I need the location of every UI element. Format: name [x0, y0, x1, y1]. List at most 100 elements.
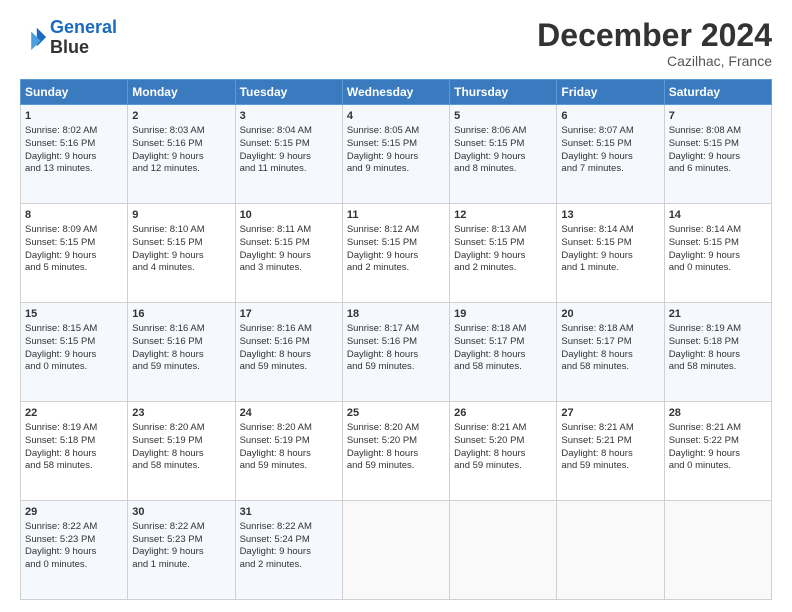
week-row-2: 8Sunrise: 8:09 AMSunset: 5:15 PMDaylight…	[21, 204, 772, 303]
day-info: Daylight: 8 hours	[347, 448, 418, 459]
calendar-cell: 24Sunrise: 8:20 AMSunset: 5:19 PMDayligh…	[235, 402, 342, 501]
day-info: and 13 minutes.	[25, 163, 93, 174]
calendar-cell: 23Sunrise: 8:20 AMSunset: 5:19 PMDayligh…	[128, 402, 235, 501]
day-info: Sunset: 5:15 PM	[561, 138, 631, 149]
day-info: Daylight: 9 hours	[669, 151, 740, 162]
day-number: 2	[132, 109, 230, 124]
week-row-3: 15Sunrise: 8:15 AMSunset: 5:15 PMDayligh…	[21, 303, 772, 402]
day-info: and 59 minutes.	[240, 361, 308, 372]
day-info: Sunset: 5:17 PM	[561, 336, 631, 347]
day-info: Daylight: 9 hours	[25, 151, 96, 162]
day-number: 9	[132, 208, 230, 223]
calendar-cell: 1Sunrise: 8:02 AMSunset: 5:16 PMDaylight…	[21, 105, 128, 204]
day-info: Sunset: 5:24 PM	[240, 534, 310, 545]
day-info: and 1 minute.	[561, 262, 619, 273]
day-number: 11	[347, 208, 445, 223]
day-info: Sunrise: 8:20 AM	[240, 422, 312, 433]
day-number: 17	[240, 307, 338, 322]
month-title: December 2024	[537, 18, 772, 53]
calendar-cell	[450, 501, 557, 600]
day-info: and 0 minutes.	[25, 559, 87, 570]
day-info: Sunset: 5:15 PM	[347, 237, 417, 248]
header-day-sunday: Sunday	[21, 80, 128, 105]
day-info: Daylight: 9 hours	[561, 250, 632, 261]
day-number: 13	[561, 208, 659, 223]
day-info: Sunset: 5:15 PM	[669, 237, 739, 248]
day-number: 5	[454, 109, 552, 124]
week-row-4: 22Sunrise: 8:19 AMSunset: 5:18 PMDayligh…	[21, 402, 772, 501]
day-info: Sunrise: 8:14 AM	[669, 224, 741, 235]
day-number: 28	[669, 406, 767, 421]
day-info: Sunset: 5:16 PM	[240, 336, 310, 347]
day-info: Daylight: 9 hours	[454, 151, 525, 162]
day-info: Daylight: 9 hours	[240, 151, 311, 162]
week-row-5: 29Sunrise: 8:22 AMSunset: 5:23 PMDayligh…	[21, 501, 772, 600]
day-info: and 2 minutes.	[347, 262, 409, 273]
calendar-cell: 4Sunrise: 8:05 AMSunset: 5:15 PMDaylight…	[342, 105, 449, 204]
day-info: Sunrise: 8:04 AM	[240, 125, 312, 136]
day-info: Sunrise: 8:22 AM	[240, 521, 312, 532]
day-info: and 0 minutes.	[669, 460, 731, 471]
calendar-header: SundayMondayTuesdayWednesdayThursdayFrid…	[21, 80, 772, 105]
calendar-cell: 14Sunrise: 8:14 AMSunset: 5:15 PMDayligh…	[664, 204, 771, 303]
day-info: Daylight: 9 hours	[454, 250, 525, 261]
calendar-cell: 30Sunrise: 8:22 AMSunset: 5:23 PMDayligh…	[128, 501, 235, 600]
day-info: Daylight: 8 hours	[132, 349, 203, 360]
day-info: Sunrise: 8:17 AM	[347, 323, 419, 334]
day-info: and 58 minutes.	[132, 460, 200, 471]
day-info: and 58 minutes.	[25, 460, 93, 471]
day-info: Sunrise: 8:22 AM	[25, 521, 97, 532]
day-info: Daylight: 8 hours	[347, 349, 418, 360]
day-info: Sunset: 5:19 PM	[132, 435, 202, 446]
calendar-cell: 16Sunrise: 8:16 AMSunset: 5:16 PMDayligh…	[128, 303, 235, 402]
day-info: and 6 minutes.	[669, 163, 731, 174]
day-info: Sunset: 5:20 PM	[347, 435, 417, 446]
day-info: Daylight: 8 hours	[561, 349, 632, 360]
calendar-cell: 2Sunrise: 8:03 AMSunset: 5:16 PMDaylight…	[128, 105, 235, 204]
logo-text: GeneralBlue	[50, 18, 117, 58]
day-info: Sunset: 5:15 PM	[347, 138, 417, 149]
day-info: Daylight: 9 hours	[347, 151, 418, 162]
day-info: and 5 minutes.	[25, 262, 87, 273]
day-info: Sunrise: 8:21 AM	[561, 422, 633, 433]
header-day-friday: Friday	[557, 80, 664, 105]
day-number: 26	[454, 406, 552, 421]
week-row-1: 1Sunrise: 8:02 AMSunset: 5:16 PMDaylight…	[21, 105, 772, 204]
day-info: Sunrise: 8:21 AM	[669, 422, 741, 433]
header: GeneralBlue December 2024 Cazilhac, Fran…	[20, 18, 772, 69]
calendar-cell: 25Sunrise: 8:20 AMSunset: 5:20 PMDayligh…	[342, 402, 449, 501]
day-info: and 0 minutes.	[25, 361, 87, 372]
day-info: Sunrise: 8:10 AM	[132, 224, 204, 235]
day-info: Sunrise: 8:16 AM	[132, 323, 204, 334]
day-info: Sunrise: 8:21 AM	[454, 422, 526, 433]
day-info: and 59 minutes.	[454, 460, 522, 471]
calendar-cell: 11Sunrise: 8:12 AMSunset: 5:15 PMDayligh…	[342, 204, 449, 303]
calendar-cell	[664, 501, 771, 600]
day-number: 7	[669, 109, 767, 124]
day-info: Sunset: 5:15 PM	[25, 237, 95, 248]
day-info: Sunrise: 8:03 AM	[132, 125, 204, 136]
day-info: and 59 minutes.	[132, 361, 200, 372]
day-info: Daylight: 8 hours	[25, 448, 96, 459]
calendar-cell: 17Sunrise: 8:16 AMSunset: 5:16 PMDayligh…	[235, 303, 342, 402]
day-info: Sunset: 5:15 PM	[669, 138, 739, 149]
day-info: Sunset: 5:22 PM	[669, 435, 739, 446]
day-number: 21	[669, 307, 767, 322]
day-info: and 4 minutes.	[132, 262, 194, 273]
day-info: Sunset: 5:19 PM	[240, 435, 310, 446]
day-number: 14	[669, 208, 767, 223]
day-info: Daylight: 9 hours	[240, 546, 311, 557]
day-number: 6	[561, 109, 659, 124]
day-info: Daylight: 9 hours	[25, 349, 96, 360]
day-info: Daylight: 9 hours	[25, 250, 96, 261]
header-day-saturday: Saturday	[664, 80, 771, 105]
calendar-cell: 7Sunrise: 8:08 AMSunset: 5:15 PMDaylight…	[664, 105, 771, 204]
calendar-cell: 8Sunrise: 8:09 AMSunset: 5:15 PMDaylight…	[21, 204, 128, 303]
calendar-cell: 3Sunrise: 8:04 AMSunset: 5:15 PMDaylight…	[235, 105, 342, 204]
day-info: and 8 minutes.	[454, 163, 516, 174]
header-row: SundayMondayTuesdayWednesdayThursdayFrid…	[21, 80, 772, 105]
calendar-cell: 22Sunrise: 8:19 AMSunset: 5:18 PMDayligh…	[21, 402, 128, 501]
calendar-cell: 18Sunrise: 8:17 AMSunset: 5:16 PMDayligh…	[342, 303, 449, 402]
day-info: Sunrise: 8:18 AM	[454, 323, 526, 334]
header-day-monday: Monday	[128, 80, 235, 105]
